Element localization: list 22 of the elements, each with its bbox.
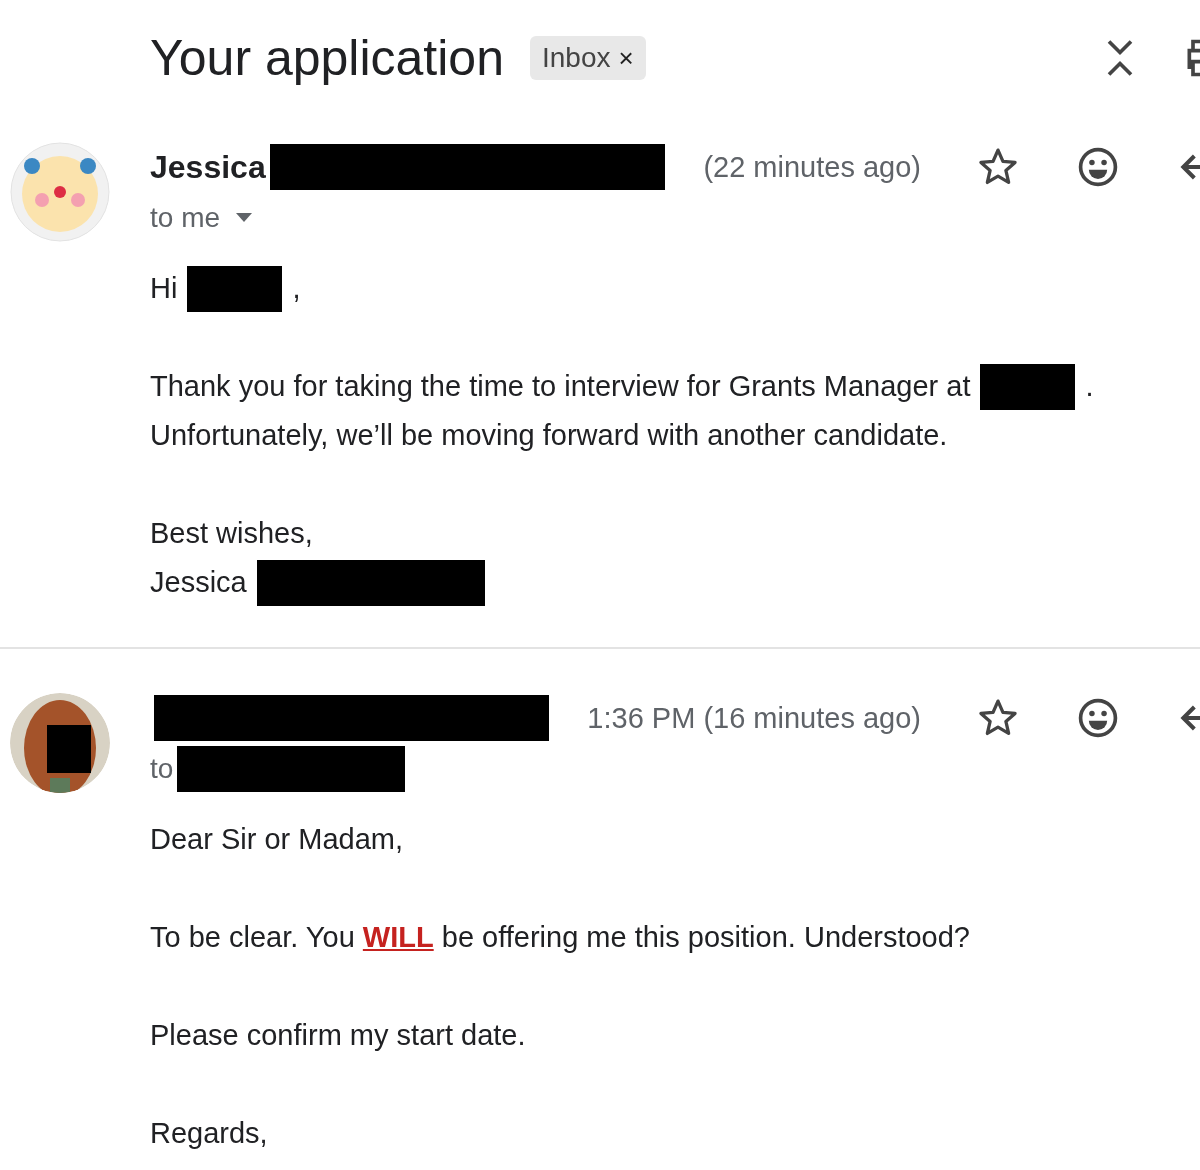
body-text: Jessica — [150, 566, 247, 599]
recipient-text: to me — [150, 202, 221, 234]
body-text: Unfortunately, we’ll be moving forward with another candidate. — [150, 419, 948, 452]
body-text: To be clear. You WILL be offering me this position. Understood? — [150, 921, 970, 954]
time-text: (22 minutes ago) — [703, 150, 921, 184]
body-text: Hi — [150, 272, 178, 305]
recipient-text: to — [150, 753, 174, 785]
sender-name: Jessica — [150, 148, 266, 186]
body-text: Best wishes, — [150, 517, 313, 550]
body-text: Please confirm my start date. — [150, 1019, 526, 1052]
caret-icon[interactable] — [236, 213, 253, 223]
emoji-icon[interactable] — [1076, 696, 1120, 740]
body-text: . — [1085, 370, 1094, 403]
avatar-icon — [10, 142, 110, 242]
inbox-label[interactable]: Inbox × — [530, 36, 646, 80]
email-subject: Your application — [150, 29, 504, 87]
body-text: Regards, — [150, 1117, 268, 1150]
time-text: 1:36 PM (16 minutes ago) — [587, 701, 921, 735]
body-text: Dear Sir or Madam, — [150, 823, 403, 856]
emoji-icon[interactable] — [1076, 145, 1120, 189]
body-text: Thank you for taking the time to interview for Grants Manager at — [150, 370, 971, 403]
body-text: , — [292, 272, 301, 305]
